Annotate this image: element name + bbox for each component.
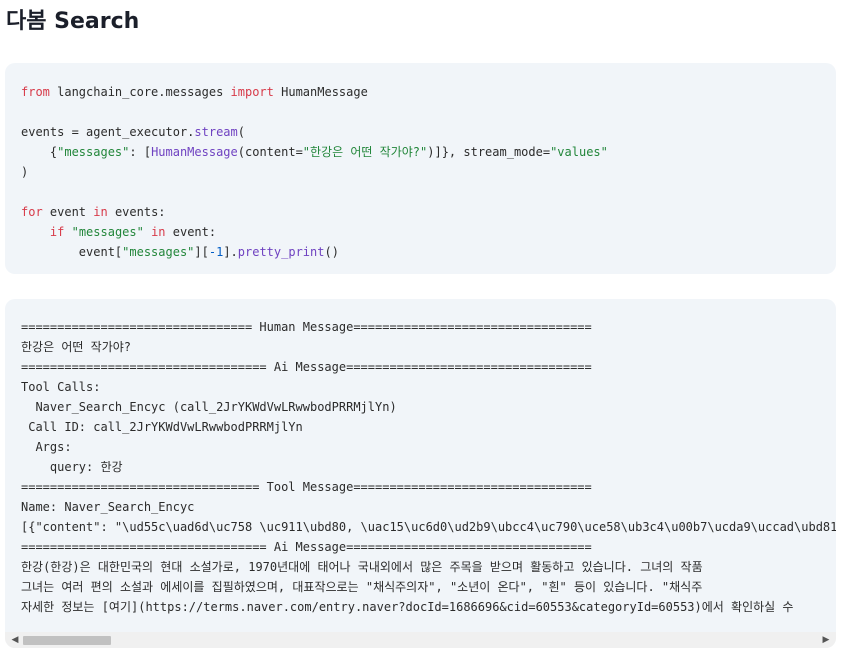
output-line: [{"content": "\ud55c\uad6d\uc758 \uc911\… bbox=[21, 520, 836, 534]
code-output-text[interactable]: ================================ Human M… bbox=[21, 317, 836, 617]
code-token: event bbox=[42, 205, 94, 219]
output-line: Name: Naver_Search_Encyc bbox=[21, 500, 195, 514]
output-line: 한강은 어떤 작가야? bbox=[21, 340, 131, 354]
output-line: ================================== Ai Me… bbox=[21, 540, 592, 554]
code-token: (content= bbox=[237, 145, 303, 159]
code-token: ]. bbox=[223, 245, 238, 259]
code-token: stream bbox=[194, 125, 238, 139]
page-title: 다봄 Search bbox=[6, 9, 140, 34]
scrollbar-thumb[interactable] bbox=[23, 636, 111, 645]
code-token: from bbox=[21, 85, 50, 99]
code-token: event: bbox=[165, 225, 217, 239]
output-line: ================================== Ai Me… bbox=[21, 360, 592, 374]
code-token: "messages" bbox=[122, 245, 195, 259]
code-token: if bbox=[49, 225, 65, 239]
code-token: "한강은 어떤 작가야?" bbox=[302, 145, 428, 159]
code-token: ( bbox=[237, 125, 245, 139]
code-line: if "messages" in event: bbox=[21, 222, 836, 242]
code-token: import bbox=[230, 85, 274, 99]
output-line: 자세한 정보는 [여기](https://terms.naver.com/ent… bbox=[21, 600, 794, 614]
code-token: : [ bbox=[129, 145, 152, 159]
code-token: ][ bbox=[194, 245, 209, 259]
code-input-block[interactable]: from langchain_core.messages import Huma… bbox=[5, 63, 836, 274]
output-scroll-area[interactable]: ================================ Human M… bbox=[21, 317, 836, 625]
output-line: Args: bbox=[21, 440, 72, 454]
code-token: in bbox=[151, 225, 166, 239]
scroll-right-icon[interactable]: ▶ bbox=[818, 632, 834, 648]
code-token: "values" bbox=[550, 145, 608, 159]
code-token: HumanMessage bbox=[151, 145, 238, 159]
output-line: ================================ Human M… bbox=[21, 320, 592, 334]
output-line: Naver_Search_Encyc (call_2JrYKWdVwLRwwbo… bbox=[21, 400, 397, 414]
output-line: 그녀는 여러 편의 소설과 에세이를 집필하였으며, 대표작으로는 "채식주의자… bbox=[21, 580, 703, 594]
code-token: -1 bbox=[208, 245, 224, 259]
code-output-block[interactable]: ================================ Human M… bbox=[5, 299, 836, 648]
code-line: from langchain_core.messages import Huma… bbox=[21, 82, 836, 102]
code-line: {"messages": [HumanMessage(content="한강은 … bbox=[21, 142, 836, 162]
code-token: events: bbox=[107, 205, 166, 219]
code-line: ) bbox=[21, 162, 836, 182]
code-input-text[interactable]: from langchain_core.messages import Huma… bbox=[21, 82, 836, 262]
code-token: { bbox=[21, 145, 58, 159]
code-token: pretty_print bbox=[237, 245, 325, 259]
code-token: events = agent_executor. bbox=[21, 125, 195, 139]
code-token: in bbox=[93, 205, 108, 219]
output-line: query: 한강 bbox=[21, 460, 123, 474]
code-line: event["messages"][-1].pretty_print() bbox=[21, 242, 836, 262]
code-line: events = agent_executor.stream( bbox=[21, 122, 836, 142]
scroll-left-icon[interactable]: ◀ bbox=[7, 632, 23, 648]
code-token: event[ bbox=[21, 245, 123, 259]
output-line: ================================= Tool M… bbox=[21, 480, 592, 494]
output-line: Tool Calls: bbox=[21, 380, 101, 394]
code-token: )]}, stream_mode= bbox=[427, 145, 551, 159]
output-line: 한강(한강)은 대한민국의 현대 소설가로, 1970년대에 태어나 국내외에서… bbox=[21, 560, 703, 574]
code-token: "messages" bbox=[57, 145, 130, 159]
code-token: for bbox=[21, 205, 43, 219]
output-line: Call ID: call_2JrYKWdVwLRwwbodPRRMjlYn bbox=[21, 420, 303, 434]
horizontal-scrollbar[interactable]: ◀ ▶ bbox=[5, 632, 836, 648]
code-token: HumanMessage bbox=[273, 85, 368, 99]
code-token: ) bbox=[21, 165, 29, 179]
code-token: () bbox=[324, 245, 339, 259]
code-token: "messages" bbox=[71, 225, 144, 239]
code-line: for event in events: bbox=[21, 202, 836, 222]
code-token: langchain_core.messages bbox=[49, 85, 231, 99]
